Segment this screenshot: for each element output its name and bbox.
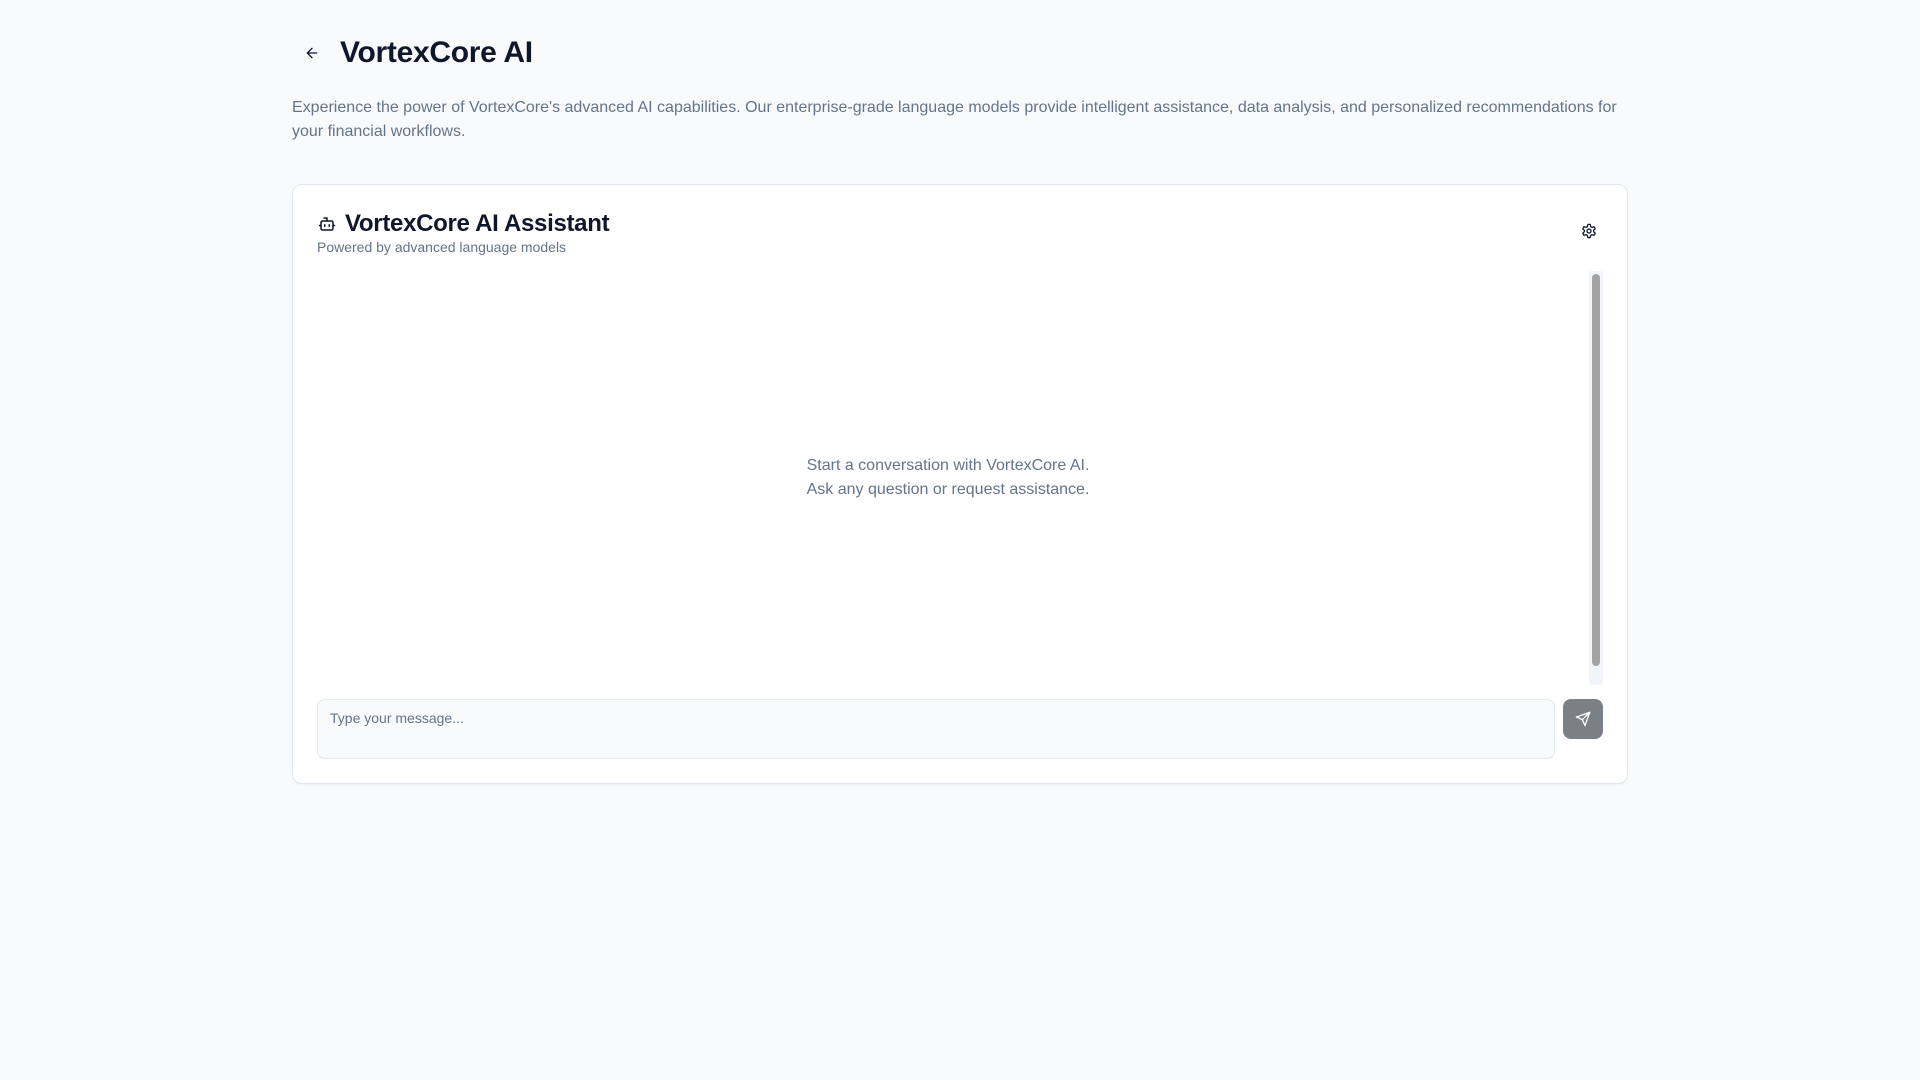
arrow-left-icon: [304, 45, 320, 61]
message-input-row: [317, 699, 1603, 759]
settings-button[interactable]: [1575, 217, 1603, 245]
empty-state-line-2: Ask any question or request assistance.: [806, 481, 1090, 498]
back-button[interactable]: [292, 33, 332, 73]
page-header: VortexCore AI: [292, 33, 533, 73]
bot-icon: [317, 214, 337, 234]
empty-state: Start a conversation with VortexCore AI.…: [317, 271, 1579, 685]
assistant-title: VortexCore AI Assistant: [345, 210, 610, 237]
chat-messages-area: Start a conversation with VortexCore AI.…: [317, 271, 1579, 685]
empty-state-line-1: Start a conversation with VortexCore AI.: [806, 457, 1090, 474]
assistant-subtitle: Powered by advanced language models: [317, 239, 567, 255]
send-button[interactable]: [1563, 699, 1603, 739]
assistant-card-header: VortexCore AI Assistant Powered by advan…: [317, 209, 610, 255]
scrollbar-thumb[interactable]: [1592, 274, 1600, 666]
send-icon: [1575, 711, 1591, 727]
assistant-card: VortexCore AI Assistant Powered by advan…: [292, 184, 1628, 784]
message-input[interactable]: [317, 699, 1555, 759]
page-title: VortexCore AI: [340, 36, 533, 69]
assistant-title-row: VortexCore AI Assistant: [317, 209, 610, 239]
page-description: Experience the power of VortexCore's adv…: [292, 99, 1617, 140]
gear-icon: [1581, 223, 1597, 239]
chat-scrollbar[interactable]: [1589, 271, 1603, 685]
